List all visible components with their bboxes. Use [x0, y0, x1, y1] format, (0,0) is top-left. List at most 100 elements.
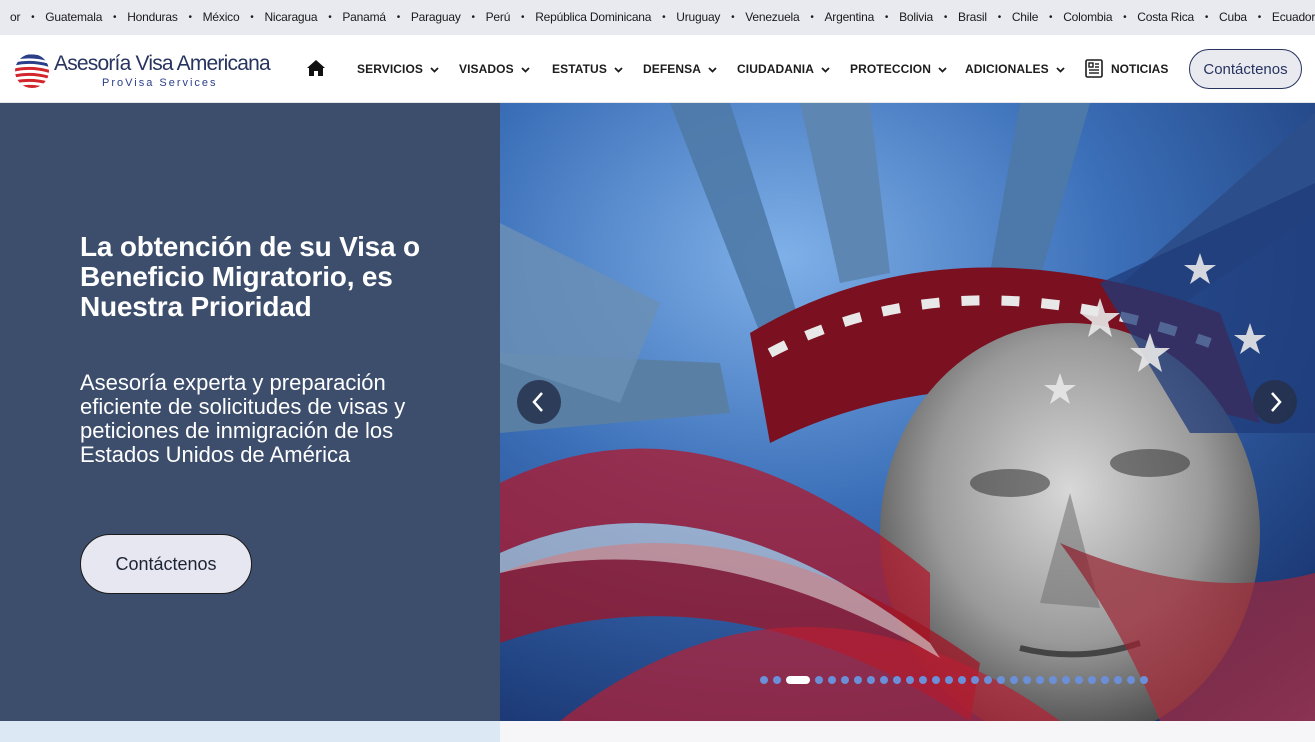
ticker-country: Chile	[1011, 10, 1039, 24]
nav-visados[interactable]: VISADOS	[459, 62, 530, 76]
nav-label: ESTATUS	[552, 62, 607, 76]
slider-dot[interactable]	[773, 676, 781, 684]
slider-dot[interactable]	[1049, 676, 1057, 684]
logo[interactable]: Asesoría Visa Americana ProVisa Services	[12, 49, 277, 91]
slider-dot[interactable]	[815, 676, 823, 684]
slider-dot[interactable]	[893, 676, 901, 684]
slider-prev-button[interactable]	[517, 380, 561, 424]
newspaper-icon[interactable]	[1085, 59, 1103, 78]
slider-dot[interactable]	[854, 676, 862, 684]
next-section-right	[500, 721, 1315, 742]
ticker-separator: •	[1257, 11, 1262, 23]
hero-subtitle: Asesoría experta y preparación eficiente…	[80, 370, 406, 467]
slider-dot[interactable]	[1140, 676, 1148, 684]
ticker-country: Ecuador	[1271, 10, 1315, 24]
slider-dot[interactable]	[1101, 676, 1109, 684]
ticker-separator: •	[471, 11, 475, 23]
ticker-separator: •	[1123, 11, 1127, 23]
nav-ciudadania[interactable]: CIUDADANIA	[737, 62, 830, 76]
slider-dot[interactable]	[1062, 676, 1070, 684]
ticker-country: or	[10, 10, 21, 24]
chevron-down-icon	[614, 66, 623, 73]
ticker-country: Costa Rica	[1137, 10, 1194, 24]
slider-dot[interactable]	[1114, 676, 1122, 684]
slider-dot[interactable]	[828, 676, 836, 684]
nav-label: ADICIONALES	[965, 62, 1049, 76]
slider-dot[interactable]	[958, 676, 966, 684]
slider-dot[interactable]	[1088, 676, 1096, 684]
ticker-country: Colombia	[1063, 10, 1113, 24]
slider-dot[interactable]	[945, 676, 953, 684]
chevron-down-icon	[938, 66, 947, 73]
nav-servicios[interactable]: SERVICIOS	[357, 62, 439, 76]
slider-dot[interactable]	[1075, 676, 1083, 684]
ticker-country: Uruguay	[676, 10, 721, 24]
ticker-separator: •	[662, 11, 666, 23]
logo-tagline: ProVisa Services	[102, 77, 218, 89]
ticker-separator: •	[31, 11, 35, 23]
chevron-left-icon	[532, 392, 543, 412]
chevron-down-icon	[521, 66, 530, 73]
nav-estatus[interactable]: ESTATUS	[552, 62, 623, 76]
ticker-country: México	[202, 10, 240, 24]
next-section-left	[0, 721, 500, 742]
home-icon[interactable]	[306, 59, 326, 77]
ticker-separator: •	[113, 11, 117, 23]
ticker-row: or • Guatemala • Honduras • México • Nicaragua • P…	[10, 10, 1315, 24]
ticker-separator: •	[810, 11, 814, 23]
ticker-separator: •	[731, 11, 735, 23]
nav-label: CIUDADANIA	[737, 62, 814, 76]
ticker-country: Panamá	[342, 10, 386, 24]
contact-button-hero[interactable]: Contáctenos	[80, 534, 252, 594]
ticker-country: Brasil	[958, 10, 987, 24]
ticker-country: Bolivia	[899, 10, 934, 24]
ticker-separator: •	[943, 11, 948, 23]
ticker-country: Guatemala	[45, 10, 103, 24]
slider-dot[interactable]	[1036, 676, 1044, 684]
contact-button-header[interactable]: Contáctenos	[1189, 49, 1302, 89]
ticker-country: Venezuela	[745, 10, 800, 24]
ticker-country: Cuba	[1219, 10, 1247, 24]
logo-name: Asesoría Visa Americana	[54, 52, 271, 75]
slider-dot[interactable]	[932, 676, 940, 684]
slider-dot[interactable]	[1023, 676, 1031, 684]
ticker-separator: •	[1204, 11, 1209, 23]
ticker-separator: •	[396, 11, 401, 23]
nav-label: SERVICIOS	[357, 62, 424, 76]
chevron-down-icon	[821, 66, 830, 73]
slider-dot[interactable]	[1127, 676, 1135, 684]
hero-slider	[500, 103, 1315, 721]
slider-dot[interactable]	[984, 676, 992, 684]
hero-text-panel: La obtención de su Visa o Beneficio Migr…	[0, 103, 500, 721]
ticker-separator: •	[328, 11, 332, 23]
ticker-country: Perú	[485, 10, 511, 24]
site-header: Asesoría Visa Americana ProVisa Services…	[0, 35, 1315, 103]
slider-dot[interactable]	[997, 676, 1005, 684]
nav-defensa[interactable]: DEFENSA	[643, 62, 717, 76]
slider-dot[interactable]	[971, 676, 979, 684]
slider-dot[interactable]	[919, 676, 927, 684]
ticker-country: Nicaragua	[264, 10, 318, 24]
slider-dot[interactable]	[760, 676, 768, 684]
ticker-country: Paraguay	[410, 10, 461, 24]
slider-dot[interactable]	[867, 676, 875, 684]
nav-adicionales[interactable]: ADICIONALES	[965, 62, 1065, 76]
ticker-country: Argentina	[824, 10, 875, 24]
statue-of-liberty-flag-image	[500, 103, 1315, 721]
chevron-down-icon	[1056, 66, 1065, 73]
ticker-separator: •	[521, 11, 525, 23]
nav-proteccion[interactable]: PROTECCION	[850, 62, 947, 76]
nav-label: DEFENSA	[643, 62, 702, 76]
slider-dot[interactable]	[880, 676, 888, 684]
nav-label: PROTECCION	[850, 62, 932, 76]
hero-title: La obtención de su Visa o Beneficio Migr…	[80, 231, 420, 322]
ticker-separator: •	[250, 11, 254, 23]
slider-dot-active[interactable]	[786, 676, 810, 684]
slider-dot[interactable]	[841, 676, 849, 684]
chevron-right-icon	[1271, 392, 1282, 412]
nav-noticias[interactable]: NOTICIAS	[1111, 62, 1168, 76]
slider-dot[interactable]	[906, 676, 914, 684]
slider-dot[interactable]	[1010, 676, 1018, 684]
slider-next-button[interactable]	[1253, 380, 1297, 424]
country-ticker: or • Guatemala • Honduras • México • Nicaragua • P…	[0, 0, 1315, 35]
